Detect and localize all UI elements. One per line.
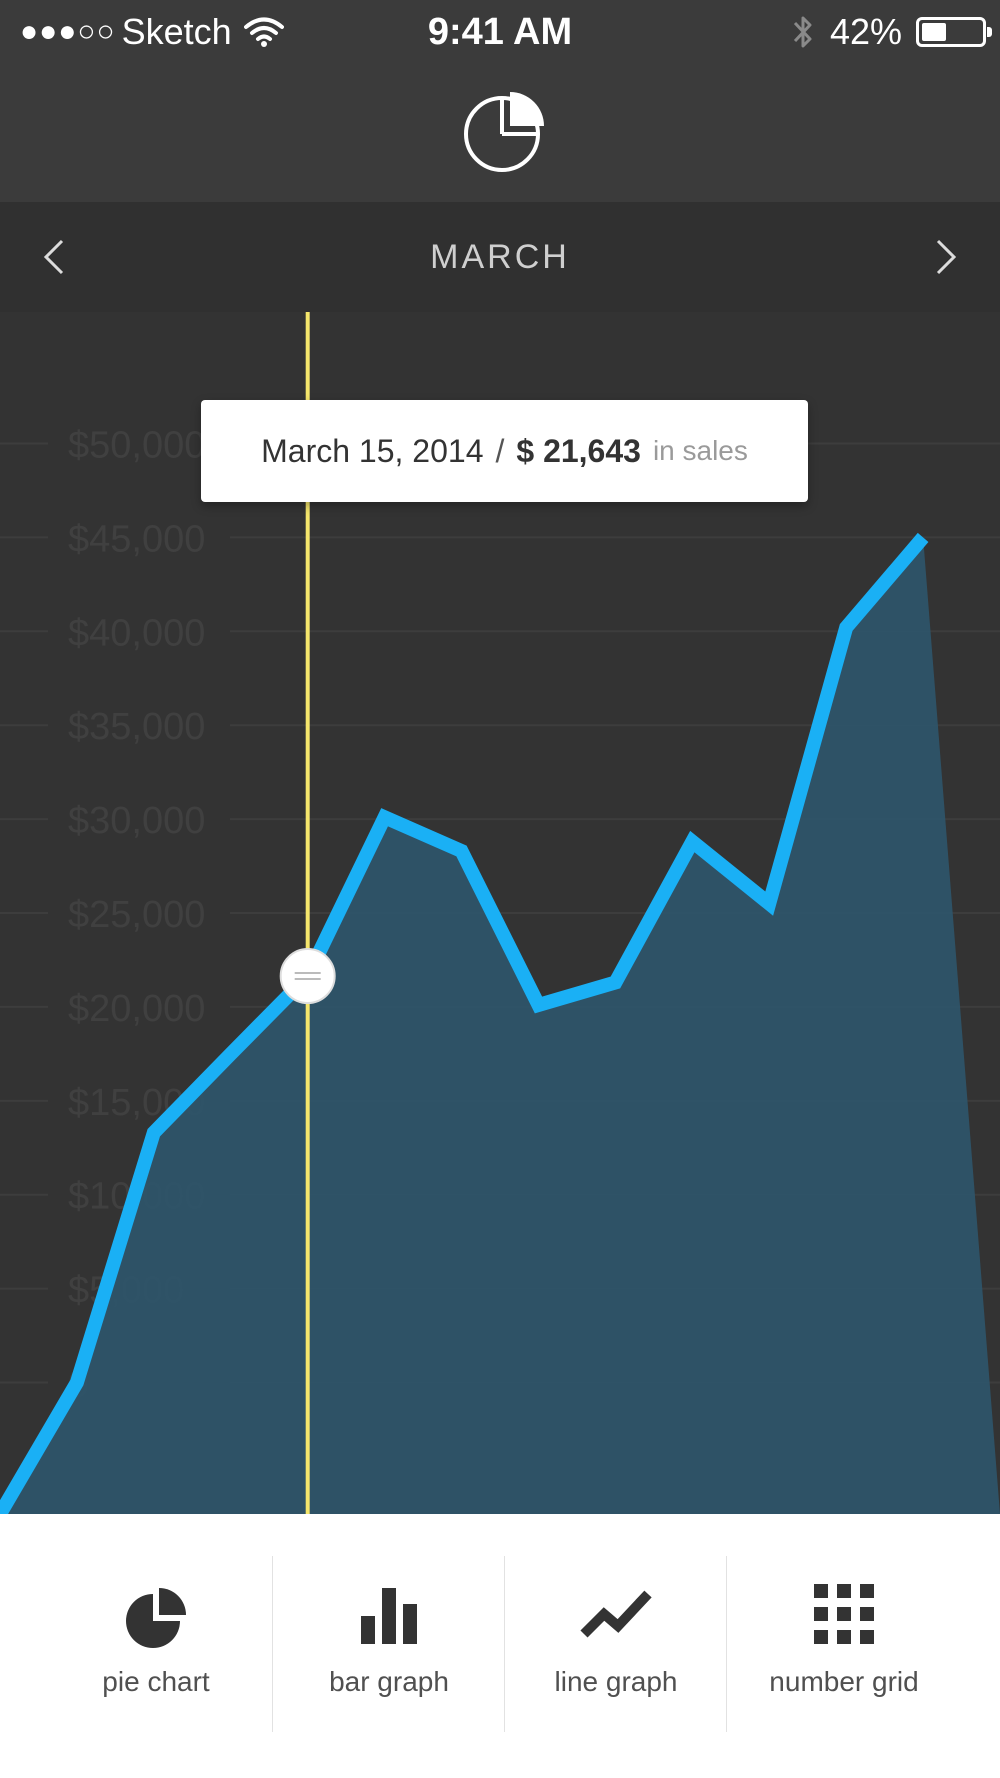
tooltip-amount: $ 21,643 (516, 432, 641, 469)
tab-label: line graph (554, 1666, 678, 1697)
month-navigator: MARCH (0, 202, 1000, 312)
y-tick-label: $45,000 (68, 518, 205, 560)
bar-graph-icon (361, 1588, 417, 1644)
battery-icon (916, 17, 992, 47)
tab-label: bar graph (329, 1666, 449, 1697)
status-bar: ●●●○○ Sketch 9:41 AM 42% (0, 0, 1000, 64)
tab-pie-chart[interactable]: pie chart (40, 1556, 272, 1732)
bluetooth-icon (793, 16, 812, 48)
y-tick-label: $50,000 (68, 424, 205, 466)
chart-type-tabbar: pie chart bar graph line graph number gr… (0, 1514, 1000, 1778)
app-header (0, 64, 1000, 202)
tab-bar-graph[interactable]: bar graph (274, 1556, 504, 1732)
tooltip-separator: / (495, 432, 505, 469)
sales-tooltip: March 15, 2014 / $ 21,643 in sales (201, 400, 808, 502)
tab-line-graph[interactable]: line graph (506, 1556, 726, 1732)
y-tick-label: $40,000 (68, 612, 205, 654)
line-graph-icon (580, 1590, 652, 1638)
month-title: MARCH (430, 238, 570, 276)
pie-chart-icon (126, 1588, 186, 1648)
chevron-right-icon[interactable] (920, 232, 970, 282)
pie-chart-icon (464, 92, 544, 172)
tab-label: pie chart (102, 1666, 210, 1697)
battery-level (922, 23, 947, 41)
number-grid-icon (814, 1584, 874, 1644)
app: ●●●○○ Sketch 9:41 AM 42% MARCH $50,000 $… (0, 0, 1000, 1778)
battery-percent: 42% (829, 11, 902, 52)
y-tick-label: $25,000 (68, 894, 205, 936)
cursor-handle (279, 948, 336, 1005)
y-tick-label: $30,000 (68, 800, 205, 842)
tab-label: number grid (769, 1666, 919, 1697)
tab-number-grid[interactable]: number grid (728, 1556, 960, 1732)
y-tick-label: $35,000 (68, 706, 205, 748)
tooltip-suffix: in sales (652, 435, 748, 466)
tooltip-date: March 15, 2014 (261, 432, 484, 469)
y-tick-label: $20,000 (68, 988, 205, 1030)
